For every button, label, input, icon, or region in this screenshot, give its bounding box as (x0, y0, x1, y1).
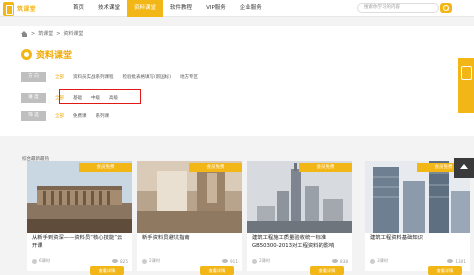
search-icon[interactable] (440, 3, 452, 13)
filter-option[interactable]: 资料员实战系列课程 (73, 74, 114, 80)
nav-item-vip[interactable]: VIP服务 (199, 0, 233, 17)
eye-icon (332, 259, 338, 263)
filter-option[interactable]: 全部 (55, 113, 64, 119)
course-meta: 3课时 1301 (370, 258, 466, 264)
filter-option[interactable]: 免费课 (73, 113, 87, 119)
course-title[interactable]: 新手资料员避坑指南 (142, 235, 237, 243)
logo-text: 筑课堂 (17, 6, 36, 13)
main-nav: 首页 技术课堂 资料课堂 软件教程 VIP服务 企业服务 (66, 0, 269, 17)
member-free-badge: 会员免费 (79, 163, 132, 172)
course-thumbnail[interactable]: 会员免费 (137, 161, 242, 233)
filter-option[interactable]: 检验批表格填写(新国标) (123, 74, 172, 80)
course-thumbnail[interactable]: 会员免费 (27, 161, 132, 233)
course-thumbnail[interactable]: 会员免费 (247, 161, 352, 233)
breadcrumb-item-home[interactable]: 筑课堂 (38, 30, 53, 37)
course-meta: 6课时 825 (32, 258, 128, 264)
nav-item-material-class[interactable]: 资料课堂 (127, 0, 164, 17)
lessons-icon (370, 258, 375, 264)
course-card[interactable]: 会员免费 从新手到资深——资料员“核心技能”云开课 6课时 825 查看详情 (27, 161, 132, 275)
views-count: 1301 (455, 258, 466, 264)
views-count: 911 (230, 258, 238, 264)
view-details-button[interactable]: 查看详情 (200, 266, 234, 275)
filter-row-direction: 方 向 全部 资料员实战系列课程 检验批表格填写(新国标) 地方专区 (21, 71, 198, 82)
view-details-button[interactable]: 查看详情 (310, 266, 344, 275)
material-class-icon (21, 49, 32, 60)
view-details-button[interactable]: 查看详情 (90, 266, 124, 275)
home-icon[interactable] (21, 30, 28, 37)
breadcrumb-sep: > (31, 30, 36, 37)
back-to-top-icon[interactable] (454, 158, 474, 178)
eye-icon (112, 259, 118, 263)
course-meta: 2课时 911 (142, 258, 238, 264)
filter-option[interactable]: 地方专区 (180, 74, 198, 80)
highlight-box (59, 89, 141, 104)
course-title[interactable]: 建筑工程资料基础知识 (370, 235, 465, 243)
lessons-count: 6课时 (39, 258, 51, 263)
views-count: 825 (120, 258, 128, 264)
course-title[interactable]: 从新手到资深——资料员“核心技能”云开课 (32, 235, 127, 250)
filter-label: 筛 选 (21, 110, 46, 121)
side-float-tab[interactable] (458, 58, 474, 113)
lessons-count: 2课时 (259, 258, 271, 263)
filter-label: 难 度 (21, 92, 46, 103)
view-details-button[interactable]: 查看详情 (428, 266, 462, 275)
page-title: 资料课堂 (21, 48, 72, 61)
nav-item-tech-class[interactable]: 技术课堂 (91, 0, 127, 17)
lessons-count: 2课时 (149, 258, 161, 263)
nav-item-home[interactable]: 首页 (66, 0, 91, 17)
filter-option[interactable]: 系列课 (96, 113, 110, 119)
member-free-badge: 会员免费 (299, 163, 352, 172)
lessons-count: 3课时 (377, 258, 389, 263)
member-free-badge: 会员免费 (189, 163, 242, 172)
filter-panel: > 筑课堂 > 资料课堂 资料课堂 方 向 全部 资料员实战系列课程 检验批表格… (0, 26, 474, 136)
course-card[interactable]: 会员免费 新手资料员避坑指南 2课时 911 查看详情 (137, 161, 242, 275)
site-logo[interactable]: 筑课堂 (3, 1, 36, 16)
course-section: 综合最新最热 会员免费 从新手到资深——资料员“核心技能”云开课 6课时 825… (0, 138, 474, 275)
filter-row-screen: 筛 选 全部 免费课 系列课 (21, 110, 109, 121)
logo-icon (3, 1, 14, 16)
lessons-icon (32, 258, 37, 264)
page-title-text: 资料课堂 (36, 51, 73, 61)
course-card[interactable]: 会员免费 建筑工程施工质量验收统一标准GB50300-2013对工程资料的影响 … (247, 161, 352, 275)
breadcrumb-item-current: 资料课堂 (63, 31, 84, 37)
filter-option[interactable]: 全部 (55, 74, 64, 80)
course-title[interactable]: 建筑工程施工质量验收统一标准GB50300-2013对工程资料的影响 (252, 235, 347, 250)
course-meta: 2课时 838 (252, 258, 348, 264)
eye-icon (447, 259, 454, 263)
breadcrumb: > 筑课堂 > 资料课堂 (21, 30, 83, 37)
search-input[interactable]: 搜索你学习的内容 (357, 3, 439, 13)
filter-label: 方 向 (21, 71, 46, 82)
eye-icon (222, 259, 228, 263)
top-nav-bar: 筑课堂 首页 技术课堂 资料课堂 软件教程 VIP服务 企业服务 搜索你学习的内… (0, 0, 474, 17)
lessons-icon (252, 258, 257, 264)
nav-item-enterprise[interactable]: 企业服务 (233, 0, 269, 17)
views-count: 838 (340, 258, 348, 264)
lessons-icon (142, 258, 147, 264)
breadcrumb-sep: > (56, 30, 61, 37)
nav-item-software-tutorial[interactable]: 软件教程 (163, 0, 199, 17)
